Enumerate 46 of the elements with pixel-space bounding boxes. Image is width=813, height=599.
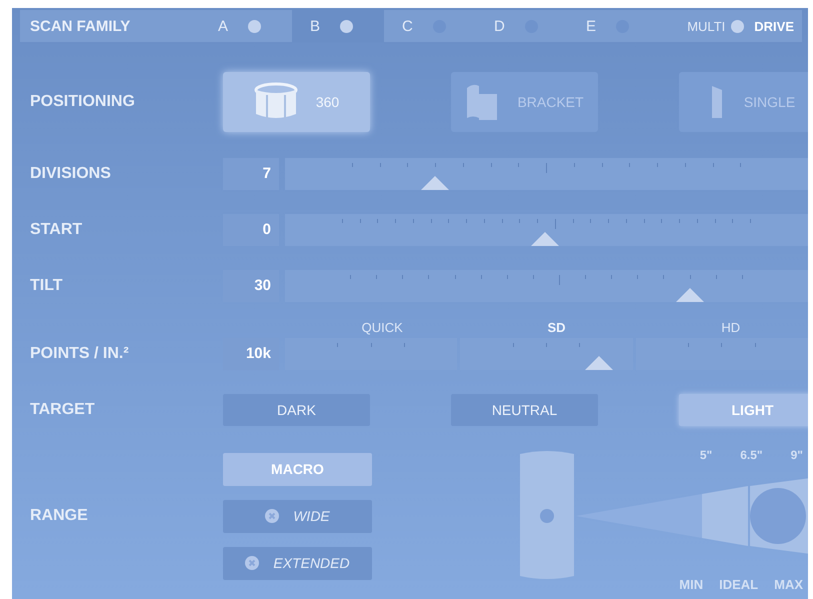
distance-label: 6.5" xyxy=(740,448,763,462)
close-icon xyxy=(265,509,280,523)
family-tab[interactable]: C xyxy=(384,10,476,42)
drive-label: DRIVE xyxy=(754,18,794,34)
multi-label: MULTI xyxy=(687,18,726,34)
family-tab[interactable]: D xyxy=(476,10,568,42)
preset-label[interactable]: QUICK xyxy=(295,320,470,334)
slider-track[interactable] xyxy=(285,270,808,302)
value-field[interactable]: 7 xyxy=(223,158,279,190)
family-tab[interactable]: B xyxy=(292,10,384,42)
range-mark-label: IDEAL xyxy=(719,577,758,592)
slider-thumb[interactable] xyxy=(584,356,613,370)
preset-label[interactable]: HD xyxy=(644,320,808,334)
value-field[interactable]: 30 xyxy=(223,270,279,302)
positioning-button[interactable]: SINGLE xyxy=(679,72,808,132)
slider-thumb[interactable] xyxy=(421,176,450,190)
target-button[interactable]: NEUTRAL xyxy=(451,394,598,426)
slider-track[interactable] xyxy=(285,214,808,246)
family-tab[interactable]: A xyxy=(200,10,292,42)
slider-thumb[interactable] xyxy=(530,232,559,246)
slider-track[interactable] xyxy=(285,338,808,370)
range-mark-label: MAX xyxy=(774,577,803,592)
row-label: POSITIONING xyxy=(29,93,136,111)
target-button[interactable]: LIGHT xyxy=(679,394,808,426)
close-icon xyxy=(245,556,260,570)
distance-label: 5" xyxy=(700,448,712,462)
family-tab[interactable]: E xyxy=(568,10,660,42)
positioning-button[interactable]: 360 xyxy=(223,72,370,132)
slider-track[interactable] xyxy=(285,158,808,190)
slider-thumb[interactable] xyxy=(676,288,704,302)
preset-label[interactable]: SD xyxy=(469,320,644,334)
range-mark-label: MIN xyxy=(679,577,704,592)
distance-label: 9" xyxy=(790,448,803,462)
positioning-button[interactable]: BRACKET xyxy=(451,72,598,132)
row-label: RANGE xyxy=(29,507,89,525)
toggle-dot[interactable] xyxy=(731,20,744,32)
row-label: POINTS / IN.² xyxy=(29,345,130,363)
value-field[interactable]: 0 xyxy=(223,214,279,246)
panels-icon xyxy=(465,82,500,122)
range-button[interactable]: MACRO xyxy=(223,452,372,486)
target-button[interactable]: DARK xyxy=(223,394,370,426)
row-label: DIVISIONS xyxy=(29,165,112,183)
row-label: TARGET xyxy=(29,401,96,419)
section-title: SCAN FAMILY xyxy=(29,18,132,34)
row-label: TILT xyxy=(29,277,64,295)
row-label: START xyxy=(29,221,84,239)
